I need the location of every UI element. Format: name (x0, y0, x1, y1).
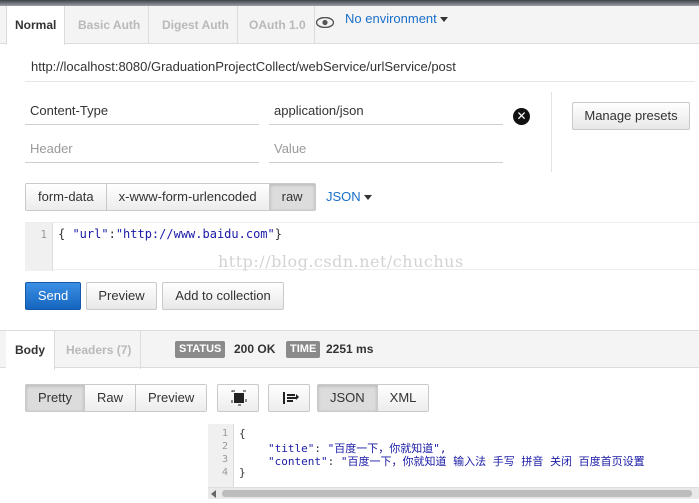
scroll-left-icon[interactable] (211, 490, 216, 498)
response-line: "content": "百度一下，你就知道 输入法 手写 拼音 关闭 百度首页设… (268, 455, 645, 468)
view-raw[interactable]: Raw (84, 385, 136, 411)
add-to-collection-button[interactable]: Add to collection (162, 282, 284, 310)
response-body[interactable]: 1 2 3 4 { "title": "百度一下，你就知道", "content… (208, 424, 699, 503)
line-number: 3 (221, 454, 228, 465)
body-format-label: JSON (326, 189, 361, 204)
tab-digest-auth[interactable]: Digest Auth (154, 6, 238, 44)
header-value-placeholder[interactable]: Value (269, 135, 503, 163)
time-value: 2251 ms (326, 342, 374, 356)
manage-presets-button[interactable]: Manage presets (572, 102, 690, 130)
tab-body[interactable]: Body (6, 331, 55, 370)
response-tab-bar: Body Headers (7) STATUS 200 OK TIME 2251… (0, 330, 699, 370)
fullscreen-button[interactable] (217, 384, 259, 412)
horizontal-scrollbar[interactable] (208, 487, 699, 499)
tab-normal[interactable]: Normal (6, 6, 66, 45)
response-format-group: JSON XML (317, 384, 430, 412)
remove-header-icon[interactable]: ✕ (513, 108, 530, 125)
chevron-down-icon (363, 195, 372, 201)
watermark: http://blog.csdn.net/chuchus (218, 252, 464, 271)
environment-dropdown[interactable]: No environment (345, 11, 448, 26)
body-type-raw[interactable]: raw (269, 184, 315, 210)
header-key-field[interactable]: Content-Type (25, 97, 259, 125)
body-format-dropdown[interactable]: JSON (326, 189, 372, 204)
response-gutter: 1 2 3 4 (208, 424, 234, 487)
fullscreen-icon (231, 390, 247, 406)
body-type-urlencoded[interactable]: x-www-form-urlencoded (106, 184, 270, 210)
url-input[interactable]: http://localhost:8080/GraduationProjectC… (25, 52, 695, 82)
response-line: { (239, 427, 246, 440)
divider (551, 92, 552, 172)
response-line: } (239, 466, 246, 479)
line-number: 1 (40, 228, 47, 241)
status-value: 200 OK (234, 342, 276, 356)
wrap-lines-icon (283, 392, 299, 404)
line-number: 4 (221, 467, 228, 478)
format-json[interactable]: JSON (318, 385, 378, 411)
environment-label: No environment (345, 11, 437, 26)
eye-icon[interactable] (316, 17, 334, 28)
format-xml[interactable]: XML (377, 385, 429, 411)
scrollbar-thumb[interactable] (222, 490, 692, 497)
view-preview[interactable]: Preview (135, 385, 207, 411)
header-key-placeholder[interactable]: Header (25, 135, 259, 163)
preview-button[interactable]: Preview (86, 282, 157, 310)
line-number: 1 (221, 428, 228, 439)
view-mode-group: Pretty Raw Preview (25, 384, 208, 412)
tab-headers[interactable]: Headers (7) (57, 331, 142, 369)
chevron-down-icon (439, 17, 448, 23)
request-body-code: { "url":"http://www.baidu.com"} (58, 227, 282, 241)
tab-oauth[interactable]: OAuth 1.0 (241, 6, 315, 44)
editor-gutter: 1 (25, 223, 53, 271)
wrap-lines-button[interactable] (268, 384, 310, 412)
status-badge: STATUS (175, 341, 226, 358)
body-type-form-data[interactable]: form-data (26, 184, 107, 210)
header-value-field[interactable]: application/json (269, 97, 503, 125)
line-number: 2 (221, 441, 228, 452)
view-pretty[interactable]: Pretty (26, 385, 85, 411)
time-badge: TIME (286, 341, 321, 358)
send-button[interactable]: Send (25, 282, 81, 310)
body-type-group: form-data x-www-form-urlencoded raw (25, 183, 316, 211)
tab-basic-auth[interactable]: Basic Auth (70, 6, 150, 44)
